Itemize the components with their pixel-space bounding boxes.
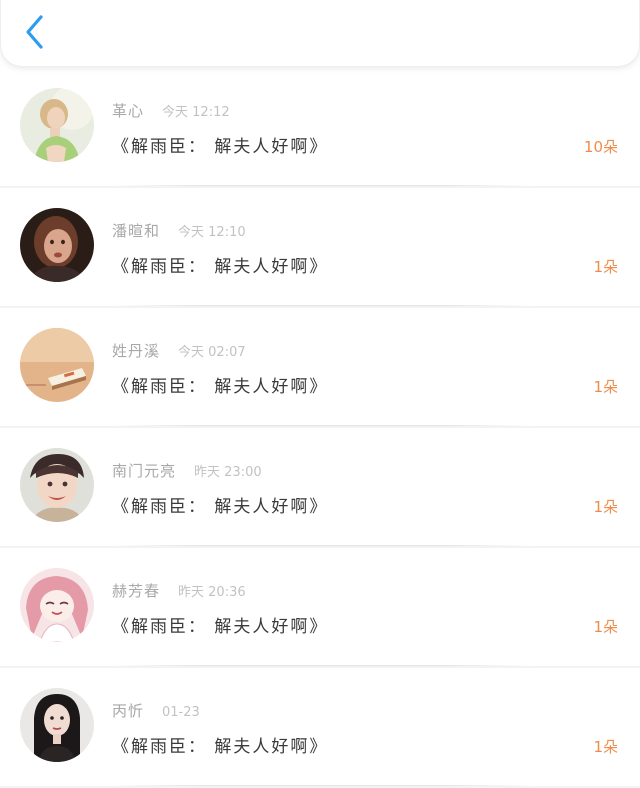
divider [112,425,532,426]
divider [112,305,532,306]
message-text: 《解雨臣： 解夫人好啊》 [112,257,329,277]
flower-count: 1朵 [593,258,618,276]
divider [112,545,532,546]
sender-name: 赫芳春 昨天 20:36 [112,582,246,600]
flower-count: 1朵 [593,738,618,756]
message-time: 01-23 [162,705,200,720]
list-item[interactable]: 丙忻 01-23 《解雨臣： 解夫人好啊》 1朵 [0,668,640,786]
avatar[interactable] [20,568,94,642]
message-text: 《解雨臣： 解夫人好啊》 [112,137,329,157]
divider [112,185,532,186]
sender-name: 潘暄和 今天 12:10 [112,222,246,240]
divider [112,785,532,786]
flower-count: 10朵 [583,138,618,156]
list-item[interactable]: 革心 今天 12:12 《解雨臣： 解夫人好啊》 10朵 [0,68,640,186]
sender-name: 丙忻 01-23 [112,702,200,720]
flower-count: 1朵 [593,618,618,636]
sender-name: 姓丹溪 今天 02:07 [112,342,246,360]
sender-name: 南门元亮 昨天 23:00 [112,462,262,480]
message-time: 今天 12:10 [178,225,246,240]
gift-message-list: 革心 今天 12:12 《解雨臣： 解夫人好啊》 10朵 潘暄和 今天 12:10 … [0,68,640,788]
list-item[interactable]: 姓丹溪 今天 02:07 《解雨臣： 解夫人好啊》 1朵 [0,308,640,426]
list-item[interactable]: 潘暄和 今天 12:10 《解雨臣： 解夫人好啊》 1朵 [0,188,640,306]
top-bar [0,0,640,67]
avatar[interactable] [20,88,94,162]
message-text: 《解雨臣： 解夫人好啊》 [112,737,329,757]
avatar[interactable] [20,688,94,762]
flower-count: 1朵 [593,378,618,396]
list-item[interactable]: 赫芳春 昨天 20:36 《解雨臣： 解夫人好啊》 1朵 [0,548,640,666]
list-item[interactable]: 南门元亮 昨天 23:00 《解雨臣： 解夫人好啊》 1朵 [0,428,640,546]
avatar[interactable] [20,448,94,522]
message-text: 《解雨臣： 解夫人好啊》 [112,617,329,637]
message-time: 今天 12:12 [162,105,230,120]
message-text: 《解雨臣： 解夫人好啊》 [112,377,329,397]
flower-count: 1朵 [593,498,618,516]
message-text: 《解雨臣： 解夫人好啊》 [112,497,329,517]
message-time: 昨天 20:36 [178,585,246,600]
avatar[interactable] [20,208,94,282]
avatar[interactable] [20,328,94,402]
divider [112,665,532,666]
back-button[interactable] [19,12,53,52]
message-time: 今天 02:07 [178,345,246,360]
message-time: 昨天 23:00 [194,465,262,480]
chevron-left-icon [26,15,43,49]
sender-name: 革心 今天 12:12 [112,102,230,120]
